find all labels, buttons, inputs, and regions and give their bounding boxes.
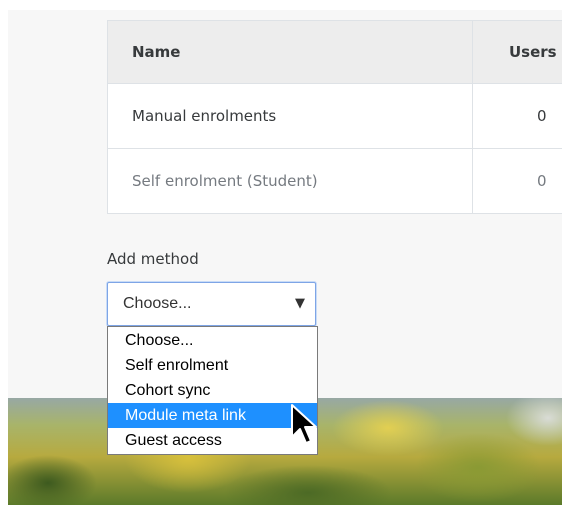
dropdown-option-self-enrolment[interactable]: Self enrolment <box>108 353 317 378</box>
enrolment-method-name[interactable]: Self enrolment (Student) <box>107 148 473 214</box>
enrolment-methods-table: Name Users Manual enrolments 0 Self enro… <box>107 20 562 214</box>
dropdown-option-module-meta-link[interactable]: Module meta link <box>108 403 317 428</box>
dropdown-option-guest-access[interactable]: Guest access <box>108 428 317 453</box>
table-row: Manual enrolments 0 <box>107 83 562 149</box>
dropdown-option-cohort-sync[interactable]: Cohort sync <box>108 378 317 403</box>
table-row: Self enrolment (Student) 0 <box>107 148 562 214</box>
top-band <box>0 0 562 10</box>
add-method-selected-value: Choose... <box>123 295 192 312</box>
add-method-label: Add method <box>107 250 199 268</box>
add-method-select[interactable]: Choose... ▼ <box>107 282 316 326</box>
enrolment-user-count: 0 <box>472 83 562 149</box>
dropdown-arrow-icon: ▼ <box>295 296 305 311</box>
dropdown-option-choose[interactable]: Choose... <box>108 328 317 353</box>
add-method-options-list[interactable]: Choose... Self enrolment Cohort sync Mod… <box>107 326 318 455</box>
enrolment-method-name[interactable]: Manual enrolments <box>107 83 473 149</box>
left-gutter <box>0 10 8 505</box>
mouse-pointer-icon <box>291 404 317 444</box>
column-header-name: Name <box>107 20 473 84</box>
column-header-users: Users <box>472 20 562 84</box>
table-header-row: Name Users <box>107 20 562 84</box>
enrolment-user-count: 0 <box>472 148 562 214</box>
